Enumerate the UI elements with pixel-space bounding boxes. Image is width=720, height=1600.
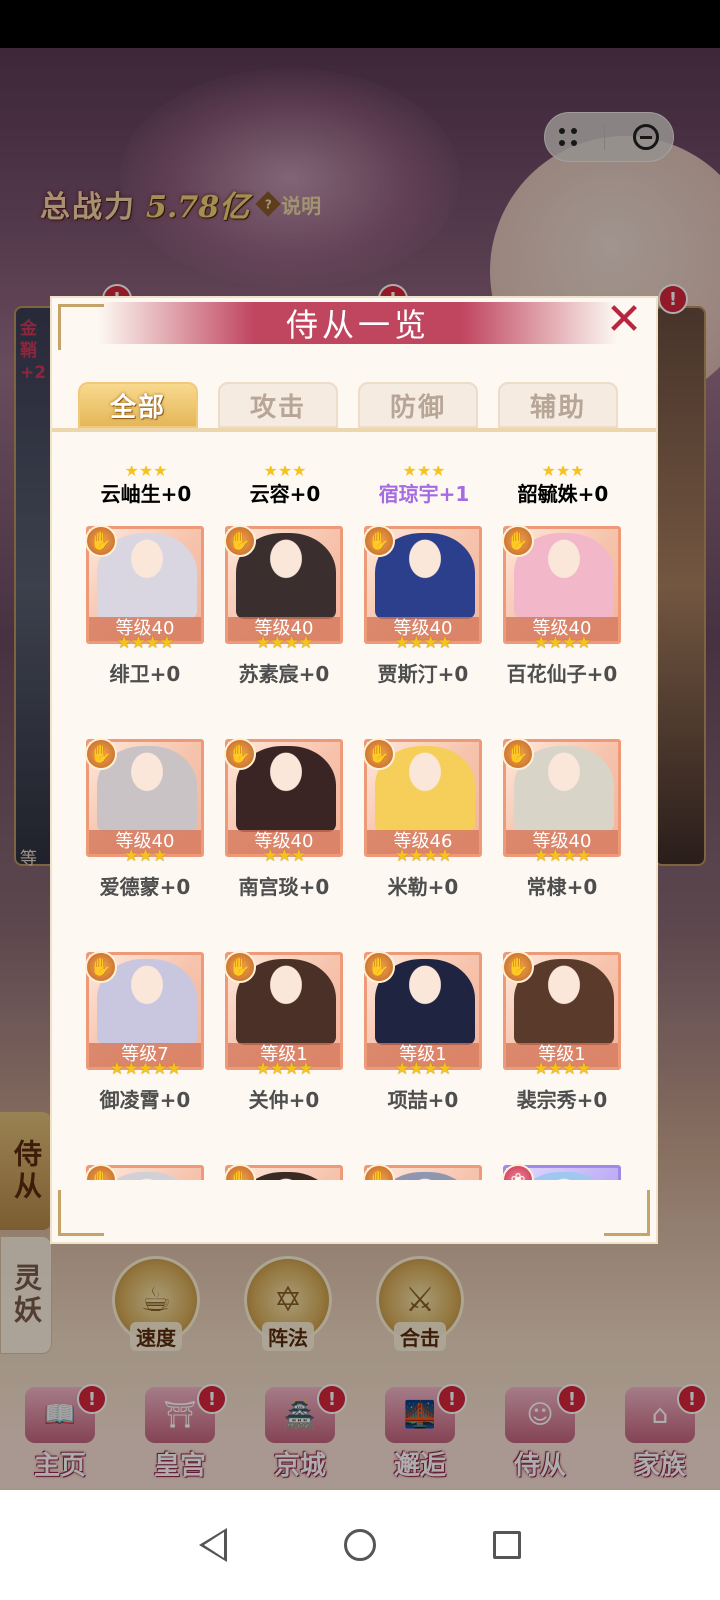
fist-icon: ✋ <box>502 525 534 557</box>
servant-card[interactable]: ✋ 等级40 ★★★★ <box>363 525 482 653</box>
fist-icon: ✋ <box>363 1164 395 1180</box>
fist-icon: ✋ <box>224 525 256 557</box>
servant-cell[interactable]: ✋ 等级1 ★★★★ 项喆+0 <box>363 951 482 1113</box>
modal-title: 侍从一览 <box>285 306 430 344</box>
status-bar <box>0 0 720 48</box>
servant-grid: ✋ 等级40 ★★★★ 绯卫+0 ✋ 等级40 ★★★★ 苏素宸+0 ✋ 等级40 ★★★★ 贾斯汀+… <box>85 525 621 1180</box>
servant-card[interactable]: ✋ 等级40 ★★★ <box>224 738 343 866</box>
servant-name: 关仲+0 <box>248 1088 320 1112</box>
home-icon[interactable] <box>343 1529 376 1561</box>
close-icon[interactable]: ✕ <box>602 298 646 344</box>
fist-icon: ✋ <box>363 525 395 557</box>
star-rating: ★★★ <box>123 846 168 866</box>
servant-name[interactable]: 宿琼宇+1 <box>354 478 494 507</box>
tab-support[interactable]: 辅助 <box>498 382 618 428</box>
tab-all[interactable]: 全部 <box>78 382 198 428</box>
servant-name: 贾斯汀+0 <box>377 662 469 686</box>
servant-card[interactable]: ✋ 等级46 ★★★★ <box>363 738 482 866</box>
system-navigation-bar <box>0 1490 720 1600</box>
back-icon[interactable] <box>198 1528 227 1562</box>
servant-name: 百花仙子+0 <box>506 662 618 686</box>
flower-icon: ❀ <box>502 1164 534 1180</box>
modal-title-band: 侍从一览 <box>98 302 618 344</box>
star-rating: ★★★★ <box>394 633 453 653</box>
servant-list-modal: 侍从一览 ✕ 全部 攻击 防御 辅助 ★★★ 云岫生+0 ★★★ 云容+0 ★★… <box>50 296 658 1244</box>
servant-card[interactable]: ✋ 等级1 ★★★★ <box>224 951 343 1079</box>
corner-ornament <box>604 1190 650 1236</box>
fist-icon: ✋ <box>224 738 256 770</box>
servant-card[interactable]: ✋ 等级40 ★★★★ <box>85 525 204 653</box>
star-rating: ★★★★ <box>533 633 592 653</box>
servant-grid-scroll[interactable]: ★★★ 云岫生+0 ★★★ 云容+0 ★★★ 宿琼宇+1 ★★★ 韶毓姝+0 ✋… <box>52 466 656 1180</box>
tab-defense[interactable]: 防御 <box>358 382 478 428</box>
star-rating: ★★★★ <box>116 633 175 653</box>
servant-name: 御凌霄+0 <box>99 1088 191 1112</box>
tab-divider <box>52 428 656 432</box>
fist-icon: ✋ <box>85 738 117 770</box>
star-rating: ★★★★★ <box>109 1059 181 1079</box>
servant-card[interactable]: ✋ 等级1 ★★★★ <box>363 951 482 1079</box>
servant-cell[interactable]: ✋ 等级1 ★★★★ 裴宗秀+0 <box>502 951 621 1113</box>
servant-cell[interactable]: ✋等级1★★★白文起+0 <box>85 1164 204 1180</box>
servant-name: 苏素宸+0 <box>238 662 330 686</box>
servant-cell[interactable]: ✋ 等级40 ★★★★ 贾斯汀+0 <box>363 525 482 687</box>
servant-card[interactable]: ✋ 等级40 ★★★★ <box>224 525 343 653</box>
fist-icon: ✋ <box>85 951 117 983</box>
servant-cell[interactable]: ✋ 等级40 ★★★ 南宫琰+0 <box>224 738 343 900</box>
servant-name[interactable]: 云容+0 <box>215 478 355 507</box>
servant-card[interactable]: ✋ 等级40 ★★★★ <box>502 738 621 866</box>
servant-name: 南宫琰+0 <box>238 875 330 899</box>
servant-cell[interactable]: ✋ 等级40 ★★★★ 百花仙子+0 <box>502 525 621 687</box>
star-rating: ★★★★ <box>394 1059 453 1079</box>
fist-icon: ✋ <box>85 1164 117 1180</box>
servant-name: 项喆+0 <box>387 1088 459 1112</box>
servant-cell[interactable]: ✋ 等级7 ★★★★★ 御凌霄+0 <box>85 951 204 1113</box>
servant-name: 常棣+0 <box>526 875 598 899</box>
fist-icon: ✋ <box>224 951 256 983</box>
filter-tabs: 全部 攻击 防御 辅助 <box>78 382 618 428</box>
partial-servant-row: ★★★ 云岫生+0 ★★★ 云容+0 ★★★ 宿琼宇+1 ★★★ 韶毓姝+0 <box>86 466 646 506</box>
servant-cell[interactable]: ❀等级114★★★★★★★玉鲛珑+5 <box>502 1164 621 1180</box>
fist-icon: ✋ <box>224 1164 256 1180</box>
star-rating: ★★★ <box>262 846 307 866</box>
servant-cell[interactable]: ✋ 等级40 ★★★★ 苏素宸+0 <box>224 525 343 687</box>
servant-name: 米勒+0 <box>387 875 459 899</box>
fist-icon: ✋ <box>502 951 534 983</box>
tab-attack[interactable]: 攻击 <box>218 382 338 428</box>
servant-name: 绯卫+0 <box>109 662 181 686</box>
fist-icon: ✋ <box>502 738 534 770</box>
servant-card[interactable]: ✋等级1★★★ <box>85 1164 204 1180</box>
servant-cell[interactable]: ✋ 等级40 ★★★★ 常棣+0 <box>502 738 621 900</box>
star-rating: ★★★★ <box>255 633 314 653</box>
servant-card[interactable]: ✋等级1★★★ <box>363 1164 482 1180</box>
servant-cell[interactable]: ✋等级1★★★阮丛云+0 <box>224 1164 343 1180</box>
servant-cell[interactable]: ✋ 等级46 ★★★★ 米勒+0 <box>363 738 482 900</box>
servant-card[interactable]: ✋ 等级40 ★★★★ <box>502 525 621 653</box>
star-rating: ★★★★ <box>533 846 592 866</box>
star-rating: ★★★★ <box>394 846 453 866</box>
servant-card[interactable]: ✋ 等级40 ★★★ <box>85 738 204 866</box>
servant-card[interactable]: ✋ 等级7 ★★★★★ <box>85 951 204 1079</box>
star-rating: ★★★★ <box>255 1059 314 1079</box>
corner-ornament <box>58 1190 104 1236</box>
servant-card[interactable]: ✋ 等级1 ★★★★ <box>502 951 621 1079</box>
star-rating: ★★★★ <box>533 1059 592 1079</box>
servant-card[interactable]: ✋等级1★★★ <box>224 1164 343 1180</box>
servant-name: 裴宗秀+0 <box>516 1088 608 1112</box>
recent-apps-icon[interactable] <box>493 1531 522 1559</box>
servant-cell[interactable]: ✋ 等级40 ★★★ 爱德蒙+0 <box>85 738 204 900</box>
servant-name[interactable]: 云岫生+0 <box>76 478 216 507</box>
fist-icon: ✋ <box>363 738 395 770</box>
servant-cell[interactable]: ✋等级1★★★西门寒烟+0 <box>363 1164 482 1180</box>
servant-name[interactable]: 韶毓姝+0 <box>493 478 633 507</box>
servant-cell[interactable]: ✋ 等级40 ★★★★ 绯卫+0 <box>85 525 204 687</box>
servant-name: 爱德蒙+0 <box>99 875 191 899</box>
fist-icon: ✋ <box>85 525 117 557</box>
fist-icon: ✋ <box>363 951 395 983</box>
servant-cell[interactable]: ✋ 等级1 ★★★★ 关仲+0 <box>224 951 343 1113</box>
servant-card[interactable]: ❀等级114★★★★★★★ <box>502 1164 621 1180</box>
